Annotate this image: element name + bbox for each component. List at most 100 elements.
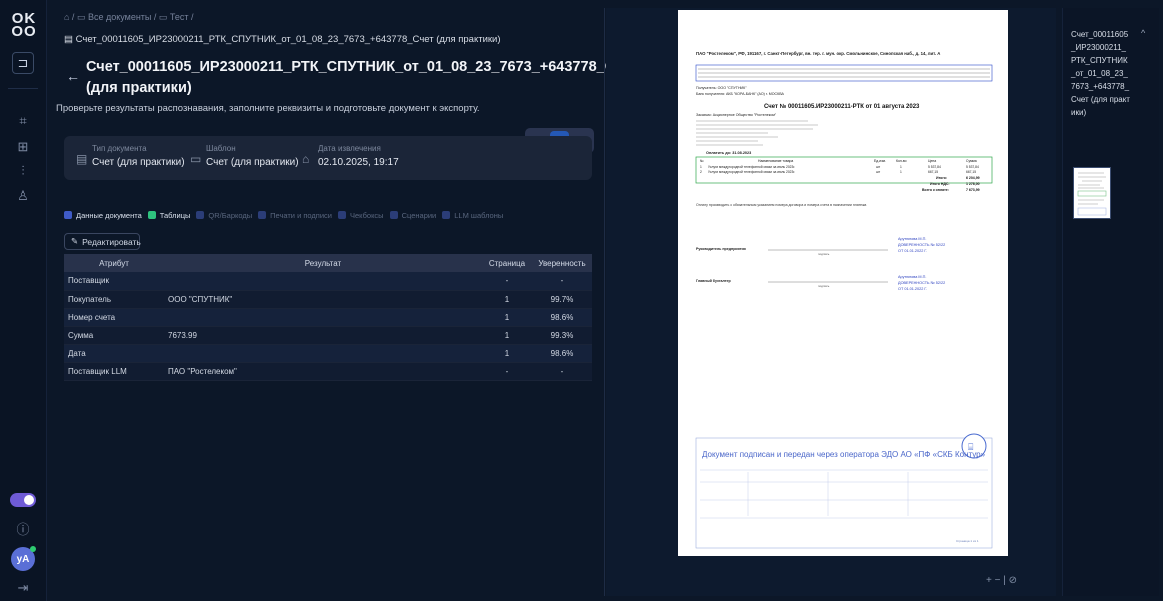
cell-result[interactable] <box>164 308 482 327</box>
vat-value: 1 278,00 <box>966 182 980 186</box>
scan-icon[interactable]: ⌗ <box>12 110 34 132</box>
file-icon: ▤ <box>64 34 76 45</box>
tab-scenarios[interactable]: Сценарии <box>389 208 436 222</box>
grand-total-label: Всего к оплате: <box>922 188 949 192</box>
tab-icon <box>196 211 205 219</box>
invoice-item-row-1: 1 Услуги междугородной телефонной связи … <box>700 165 979 169</box>
invoice-page: ПАО "Ростелеком", РФ, 191167, г. Санкт-П… <box>678 10 1008 556</box>
accountant-power-date: ОТ 01.01.2022 Г. <box>898 287 927 291</box>
tab-icon <box>147 211 156 219</box>
edo-stamp-title: Документ подписан и передан через операт… <box>702 450 986 459</box>
invoice-recipient: Получатель: ООО "СПУТНИК" <box>696 86 747 90</box>
total-label: Итого: <box>936 176 947 180</box>
results-table: Атрибут Результат Страница Уверенность П… <box>64 254 592 381</box>
column-header-confidence: Уверенность <box>532 254 592 272</box>
doc-type-label: Тип документа <box>92 144 147 153</box>
edo-page-number: Страница 1 из 1 <box>956 539 979 543</box>
tab-tables[interactable]: Таблицы <box>147 208 190 222</box>
cell-result[interactable]: ООО "СПУТНИК" <box>164 290 482 309</box>
invoice-drawing: ПАО "Ростелеком", РФ, 191167, г. Санкт-П… <box>695 51 993 549</box>
column-header-page: Страница <box>482 254 532 272</box>
invoice-note: Оплату производить с обязательным указан… <box>696 203 866 207</box>
avatar[interactable]: уА <box>11 546 36 571</box>
cell-result[interactable] <box>164 344 482 363</box>
head-power-date: ОТ 01.01.2022 Г. <box>898 249 927 253</box>
tab-qr-barcodes[interactable]: QR/Баркоды <box>196 208 252 222</box>
cell-page: 1 <box>482 290 532 309</box>
cell-confidence: 98.6% <box>532 344 592 363</box>
cell-confidence: 98.6% <box>532 308 592 327</box>
tab-checkboxes[interactable]: Чекбоксы <box>337 208 384 222</box>
item-no: 1 <box>700 165 702 169</box>
tab-label: Данные документа <box>76 210 142 220</box>
online-status-dot <box>30 546 36 552</box>
breadcrumb[interactable]: ⌂ / ▭ Все документы / ▭ Тест / <box>64 12 194 23</box>
cell-result[interactable]: 7673.99 <box>164 326 482 345</box>
theme-toggle[interactable] <box>10 493 36 507</box>
tab-document-data[interactable]: Данные документа <box>64 208 142 222</box>
table-row[interactable]: Сумма 7673.99 1 99.3% <box>64 326 592 345</box>
tab-label: QR/Баркоды <box>208 210 253 220</box>
cell-page: - <box>482 362 532 381</box>
tab-icon <box>64 211 72 219</box>
date-value: 02.10.2025, 19:17 <box>318 157 399 168</box>
app-window: OK OO ⊐ ⌗ ⊞ ⫶ ♙ ⓘ уА ⇥ ⌂ / ▭ Все документ… <box>0 0 1163 601</box>
file-name-text: Счет_00011605_ИР23000211_РТК_СПУТНИК_от_… <box>75 34 501 45</box>
doc-type-value: Счет (для практики) <box>92 157 185 168</box>
pencil-icon: ✎ <box>71 236 79 246</box>
head-signature-label: Руководитель предприятия <box>696 247 746 251</box>
item-sum: 667,15 <box>966 170 976 174</box>
invoice-due: Оплатить до: 31.08.2023 <box>706 151 751 155</box>
table-row[interactable]: Номер счета 1 98.6% <box>64 308 592 327</box>
table-row[interactable]: Покупатель ООО "СПУТНИК" 1 99.7% <box>64 290 592 309</box>
collapse-menu-icon[interactable]: ⊐ <box>12 52 34 74</box>
panel-divider[interactable] <box>604 8 605 596</box>
cell-result[interactable]: ПАО "Ростелеком" <box>164 362 482 381</box>
items-col-unit: Ед.изм. <box>874 159 886 163</box>
cell-attribute: Сумма <box>64 326 164 345</box>
tab-stamps-signatures[interactable]: Печати и подписи <box>258 208 332 222</box>
items-col-name: Наименование товара <box>758 159 793 163</box>
tab-label: Печати и подписи <box>270 210 332 220</box>
item-unit: шт <box>876 165 881 169</box>
page-thumbnail[interactable] <box>1073 167 1111 219</box>
item-price: 667,15 <box>928 170 938 174</box>
table-row[interactable]: Поставщик - - <box>64 272 592 291</box>
page-description: Проверьте результаты распознавания, запо… <box>56 103 480 114</box>
chevron-up-icon[interactable]: ^ <box>1141 28 1145 38</box>
cell-page: 1 <box>482 326 532 345</box>
items-col-qty: Кол-во <box>896 159 907 163</box>
accountant-signer-name: Арутюнова М.П. <box>898 275 926 279</box>
item-name: Услуги междугородной телефонной связи за… <box>708 170 795 174</box>
invoice-totals: Итого: 6 204,99 Итого НДС: 1 278,00 Всег… <box>922 176 980 192</box>
document-viewer: ПАО "Ростелеком", РФ, 191167, г. Санкт-П… <box>606 8 1056 596</box>
table-row[interactable]: Поставщик LLM ПАО "Ростелеком" - - <box>64 362 592 381</box>
users-icon[interactable]: ♙ <box>12 185 34 207</box>
items-col-no: № <box>700 159 704 163</box>
tab-llm-templates[interactable]: LLM шаблоны <box>442 208 503 222</box>
avatar-initials: уА <box>16 553 30 565</box>
invoice-items-header: № Наименование товара Ед.изм. Кол-во Цен… <box>700 159 977 163</box>
head-power-of-attorney: ДОВЕРЕННОСТЬ № 52/22 <box>898 243 945 247</box>
accountant-power-of-attorney: ДОВЕРЕННОСТЬ № 52/22 <box>898 281 945 285</box>
templates-icon[interactable]: ⊞ <box>12 136 34 158</box>
cell-attribute: Поставщик <box>64 272 164 291</box>
invoice-details-lines <box>696 120 818 146</box>
zoom-controls[interactable]: + − | ⊘ <box>986 575 1017 586</box>
invoice-item-row-2: 2 Услуги междугородной телефонной связи … <box>700 170 976 174</box>
table-header-row: Атрибут Результат Страница Уверенность <box>64 254 592 272</box>
tab-icon <box>258 211 267 219</box>
total-value: 6 204,99 <box>966 176 980 180</box>
analytics-icon[interactable]: ⫶ <box>12 160 34 182</box>
invoice-top-lines <box>698 68 990 78</box>
table-row[interactable]: Дата 1 98.6% <box>64 344 592 363</box>
left-rail: OK OO ⊐ ⌗ ⊞ ⫶ ♙ ⓘ уА ⇥ <box>0 0 47 601</box>
tab-icon <box>389 211 398 219</box>
edo-stamp-lines <box>700 469 988 519</box>
invoice-heading: Счет № 00011605.ИР23000211-РТК от 01 авг… <box>764 103 920 110</box>
edit-button[interactable]: ✎ Редактировать <box>64 233 141 250</box>
info-icon[interactable]: ⓘ <box>12 517 34 539</box>
back-arrow-icon[interactable]: ← <box>66 68 80 84</box>
logout-icon[interactable]: ⇥ <box>12 577 34 599</box>
cell-result[interactable] <box>164 272 482 291</box>
